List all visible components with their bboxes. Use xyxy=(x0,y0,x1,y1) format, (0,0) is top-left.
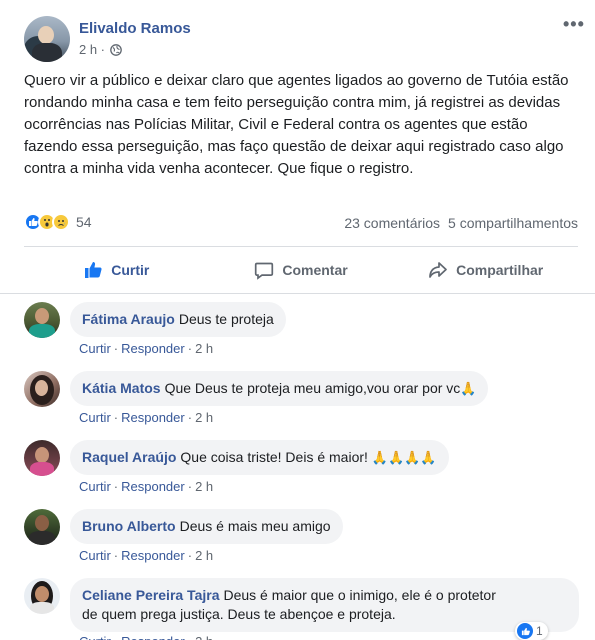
commenter-avatar[interactable] xyxy=(24,578,60,614)
comment-bubble: Fátima Araujo Deus te proteja xyxy=(70,302,286,337)
like-button[interactable]: Curtir xyxy=(24,250,209,290)
comment-like-link[interactable]: Curtir xyxy=(79,479,111,494)
comment-bubble: Kátia Matos Que Deus te proteja meu amigo… xyxy=(70,371,489,406)
facebook-post: Elivaldo Ramos 2 h · ••• Quero vir a púb… xyxy=(0,0,595,640)
reaction-count: 54 xyxy=(76,214,92,230)
share-icon xyxy=(429,262,447,278)
comment-like-link[interactable]: Curtir xyxy=(79,410,111,425)
comment-time[interactable]: 2 h xyxy=(195,410,213,425)
comment-reply-link[interactable]: Responder xyxy=(121,634,185,640)
action-bar: Curtir Comentar Compartilhar xyxy=(24,250,578,290)
reactions-summary[interactable]: 54 xyxy=(24,213,92,231)
commenter-name[interactable]: Fátima Araujo xyxy=(82,311,175,327)
post-time[interactable]: 2 h · xyxy=(79,42,105,57)
comment-reply-link[interactable]: Responder xyxy=(121,548,185,563)
sad-icon xyxy=(52,213,70,231)
comment-text: Que Deus te proteja meu amigo,vou orar p… xyxy=(164,380,461,396)
comment-bubble: Celiane Pereira Tajra Deus é maior que o … xyxy=(70,578,579,632)
post-text: Quero vir a público e deixar claro que a… xyxy=(24,72,569,177)
comment-reply-link[interactable]: Responder xyxy=(121,341,185,356)
comment-actions: Curtir·Responder·2 h xyxy=(79,548,214,563)
commenter-name[interactable]: Celiane Pereira Tajra xyxy=(82,587,219,603)
comment-like-link[interactable]: Curtir xyxy=(79,341,111,356)
commenter-name[interactable]: Kátia Matos xyxy=(82,380,161,396)
comment-text: Que coisa triste! Deis é maior! xyxy=(180,449,368,465)
divider xyxy=(24,246,578,247)
comment-icon xyxy=(255,262,274,280)
comment-actions: Curtir·Responder·2 h xyxy=(79,410,214,425)
comment-like-link[interactable]: Curtir xyxy=(79,548,111,563)
like-label: Curtir xyxy=(111,262,150,278)
author-avatar[interactable] xyxy=(24,16,70,62)
post-stats: 23 comentários 5 compartilhamentos xyxy=(344,215,578,231)
folded-hands-icon: 🙏 xyxy=(460,381,477,396)
more-options-icon[interactable]: ••• xyxy=(563,14,585,35)
commenter-avatar[interactable] xyxy=(24,509,60,545)
comment-text: Deus é maior que o inimigo, ele é o prot… xyxy=(223,587,496,603)
comment-button[interactable]: Comentar xyxy=(209,250,394,290)
commenter-name[interactable]: Raquel Araújo xyxy=(82,449,176,465)
commenter-avatar[interactable] xyxy=(24,302,60,338)
commenter-avatar[interactable] xyxy=(24,371,60,407)
comment-time[interactable]: 2 h xyxy=(195,634,213,640)
commenter-name[interactable]: Bruno Alberto xyxy=(82,518,176,534)
comment-reaction-chip[interactable]: 1 xyxy=(515,622,548,640)
shares-count[interactable]: 5 compartilhamentos xyxy=(448,215,578,231)
comment-reply-link[interactable]: Responder xyxy=(121,479,185,494)
comment-bubble: Raquel Araújo Que coisa triste! Deis é ma… xyxy=(70,440,449,475)
share-label: Compartilhar xyxy=(456,262,544,278)
globe-icon xyxy=(110,43,122,56)
comment-time[interactable]: 2 h xyxy=(195,479,213,494)
comment-actions: Curtir·Responder·2 h xyxy=(79,479,214,494)
thumbs-up-icon xyxy=(85,262,102,278)
commenter-avatar[interactable] xyxy=(24,440,60,476)
comments-count[interactable]: 23 comentários xyxy=(344,215,440,231)
author-name[interactable]: Elivaldo Ramos xyxy=(79,20,191,37)
comment-reply-link[interactable]: Responder xyxy=(121,410,185,425)
comment-reaction-count: 1 xyxy=(536,624,543,638)
comment-time[interactable]: 2 h xyxy=(195,548,213,563)
comment-bubble: Bruno Alberto Deus é mais meu amigo xyxy=(70,509,343,544)
comment-text: Deus é mais meu amigo xyxy=(179,518,331,534)
like-icon xyxy=(517,623,533,639)
comment-label: Comentar xyxy=(282,262,348,278)
comment-actions: Curtir·Responder·2 h xyxy=(79,341,214,356)
comment-text-continued: de quem prega justiça. Deus te abençoe e… xyxy=(82,606,396,622)
share-button[interactable]: Compartilhar xyxy=(393,250,578,290)
comment-time[interactable]: 2 h xyxy=(195,341,213,356)
post-meta: 2 h · xyxy=(79,42,122,57)
comment-text: Deus te proteja xyxy=(178,311,274,327)
folded-hands-icon: 🙏🙏🙏🙏 xyxy=(371,450,437,465)
comment-like-link[interactable]: Curtir xyxy=(79,634,111,640)
comment-actions: Curtir·Responder·2 h xyxy=(79,634,213,640)
